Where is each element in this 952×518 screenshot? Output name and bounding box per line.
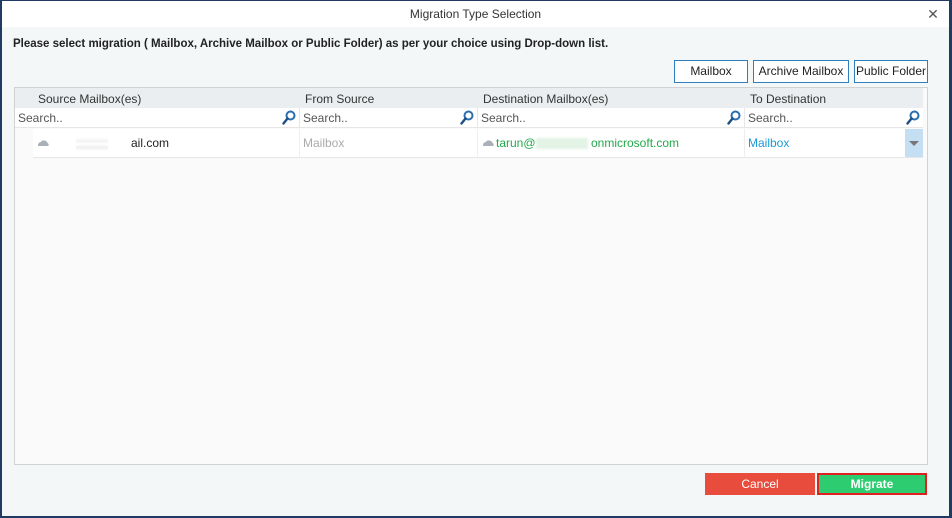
source-search-input[interactable]	[15, 108, 279, 128]
search-icon[interactable]	[727, 110, 741, 126]
to-destination-search-input[interactable]	[745, 108, 903, 128]
search-icon[interactable]	[906, 110, 920, 126]
migration-type-dialog: Migration Type Selection ✕ Please select…	[2, 1, 949, 516]
redacted-text	[76, 137, 108, 151]
chevron-down-icon[interactable]	[905, 129, 923, 157]
from-source-text: Mailbox	[303, 136, 345, 150]
search-row	[15, 108, 923, 128]
source-search	[15, 108, 300, 128]
column-header-source[interactable]: Source Mailbox(es)	[38, 88, 141, 108]
column-header-destination[interactable]: Destination Mailbox(es)	[483, 88, 608, 108]
title-bar: Migration Type Selection ✕	[2, 1, 949, 27]
cloud-icon	[483, 140, 494, 146]
source-mailbox-text: ail.com	[131, 136, 170, 150]
to-destination-value: Mailbox	[748, 136, 790, 150]
close-icon: ✕	[927, 6, 939, 22]
from-source-search	[300, 108, 478, 128]
dialog-title: Migration Type Selection	[409, 7, 542, 21]
cloud-icon	[38, 140, 49, 146]
destination-mailbox-cell: tarun@ onmicrosoft.com	[478, 129, 745, 158]
source-mailbox-cell: ail.com	[33, 129, 300, 158]
search-icon[interactable]	[282, 110, 296, 126]
redacted-text	[536, 138, 588, 149]
destination-search	[478, 108, 745, 128]
to-destination-search	[745, 108, 923, 128]
grid-header: Source Mailbox(es) From Source Destinati…	[15, 88, 923, 108]
destination-suffix-text: onmicrosoft.com	[591, 136, 680, 150]
destination-prefix-text: tarun@	[496, 136, 536, 150]
archive-mailbox-type-button[interactable]: Archive Mailbox	[753, 60, 849, 83]
destination-search-input[interactable]	[478, 108, 724, 128]
instruction-text: Please select migration ( Mailbox, Archi…	[13, 38, 609, 50]
column-header-to-destination[interactable]: To Destination	[750, 88, 826, 108]
close-button[interactable]: ✕	[923, 4, 943, 24]
table-row[interactable]: ail.com Mailbox tarun@ onmicrosoft.com M…	[33, 129, 923, 158]
search-icon[interactable]	[460, 110, 474, 126]
mailbox-grid: Source Mailbox(es) From Source Destinati…	[14, 87, 928, 465]
from-source-cell: Mailbox	[300, 129, 478, 158]
mailbox-type-button[interactable]: Mailbox	[674, 60, 748, 83]
public-folder-type-button[interactable]: Public Folder	[854, 60, 928, 83]
migrate-button[interactable]: Migrate	[817, 473, 927, 495]
column-header-from-source[interactable]: From Source	[305, 88, 374, 108]
from-source-search-input[interactable]	[300, 108, 457, 128]
to-destination-dropdown[interactable]: Mailbox	[745, 129, 923, 158]
cancel-button[interactable]: Cancel	[705, 473, 815, 495]
